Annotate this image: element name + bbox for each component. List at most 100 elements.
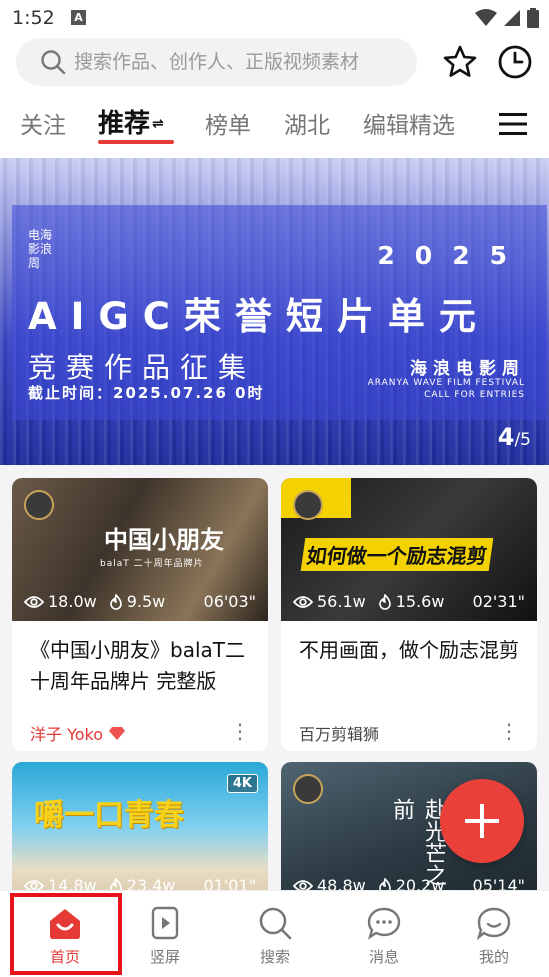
video-title: 不用画面，做个励志混剪: [299, 638, 519, 662]
nav-messages[interactable]: 消息: [329, 891, 439, 977]
likes-count: 23.4w: [126, 876, 176, 890]
eye-icon: [24, 595, 44, 608]
flame-icon: [109, 877, 122, 890]
nav-profile[interactable]: 我的: [439, 891, 549, 977]
promo-banner[interactable]: 电海影浪周 2025 AIGC荣誉短片单元 竞赛作品征集 截止时间：2025.0…: [0, 158, 549, 465]
profile-icon: [476, 907, 511, 941]
plus-icon: [465, 804, 499, 838]
banner-page-total: /5: [514, 430, 531, 450]
tab-recommend[interactable]: 推荐 ⇌: [98, 103, 164, 140]
views-stat: 18.0w: [24, 592, 97, 611]
battery-icon: [527, 8, 539, 28]
festival-call: CALL FOR ENTRIES: [424, 390, 525, 400]
menu-icon[interactable]: [499, 112, 527, 136]
tab-follow[interactable]: 关注: [20, 106, 66, 140]
video-stats: 18.0w 9.5w 06'03": [24, 592, 256, 611]
creator-badge-icon: [293, 774, 323, 804]
creator-badge-icon: [293, 490, 323, 520]
nav-profile-label: 我的: [478, 948, 509, 966]
banner-page-current: 4: [497, 423, 515, 451]
nav-vertical-label: 竖屏: [149, 948, 180, 966]
flame-icon: [378, 593, 391, 610]
star-icon[interactable]: [442, 44, 478, 80]
diamond-icon: [109, 727, 126, 740]
festival-name-en: ARANYA WAVE FILM FESTIVAL: [367, 378, 525, 388]
video-thumbnail[interactable]: 如何做一个励志混剪 56.1w 15.6w 02'31": [281, 478, 537, 621]
thumbnail-title: 中国小朋友: [104, 525, 224, 554]
card-footer: 百万剪辑狮 ⋮: [281, 715, 537, 751]
signal-icon: [504, 10, 520, 26]
festival-logo: 电海影浪周: [28, 228, 53, 270]
wifi-icon: [475, 9, 497, 26]
nav-search-label: 搜索: [259, 948, 290, 966]
more-options-icon[interactable]: ⋮: [499, 719, 519, 743]
nav-messages-label: 消息: [368, 948, 399, 966]
eye-icon: [24, 879, 44, 890]
tab-ranking[interactable]: 榜单: [205, 106, 251, 140]
video-card[interactable]: 嚼一口青春 4K 14.8w 23.4w 01'01": [12, 762, 268, 890]
bottom-nav: 首页 竖屏 搜索 消息 我的: [0, 890, 549, 977]
quality-badge: 4K: [226, 774, 258, 793]
likes-count: 20.2w: [395, 876, 445, 890]
likes-count: 9.5w: [126, 592, 166, 611]
thumbnail-title: 嚼一口青春: [34, 798, 184, 833]
card-footer: 洋子 Yoko ⋮: [12, 715, 268, 751]
thumbnail-subtitle: balaT 二十周年品牌片: [100, 559, 204, 569]
more-options-icon[interactable]: ⋮: [230, 719, 250, 743]
views-count: 48.8w: [317, 876, 366, 890]
category-tabs: 关注 推荐 ⇌ 榜单 湖北 编辑精选: [0, 100, 549, 148]
likes-count: 15.6w: [395, 592, 445, 611]
tab-editors-picks[interactable]: 编辑精选: [363, 106, 455, 140]
status-time: 1:52: [12, 7, 55, 29]
video-title: 《中国小朋友》balaT二十周年品牌片 完整版: [30, 638, 245, 693]
author-name[interactable]: 洋子 Yoko: [30, 721, 103, 745]
creator-badge-icon: [24, 490, 54, 520]
likes-stat: 15.6w: [378, 592, 445, 611]
likes-stat: 9.5w: [109, 592, 166, 611]
duration: 05'14": [472, 876, 525, 890]
system-icons: [475, 8, 539, 28]
views-count: 18.0w: [48, 592, 97, 611]
flame-icon: [378, 877, 391, 890]
thumbnail-title: 如何做一个励志混剪: [300, 538, 494, 571]
video-stats: 56.1w 15.6w 02'31": [293, 592, 525, 611]
tab-recommend-label: 推荐: [98, 109, 151, 139]
nav-vertical[interactable]: 竖屏: [110, 891, 220, 977]
video-stats: 14.8w 23.4w 01'01": [24, 876, 256, 890]
views-count: 56.1w: [317, 592, 366, 611]
views-stat: 48.8w: [293, 876, 366, 890]
duration: 06'03": [203, 592, 256, 611]
search-bar[interactable]: [16, 38, 417, 86]
search-row: [0, 38, 549, 88]
vertical-video-icon: [151, 906, 179, 940]
video-stats: 48.8w 20.2w 05'14": [293, 876, 525, 890]
banner-page-indicator: 4/5: [498, 423, 531, 451]
selection-highlight: [10, 893, 122, 975]
views-count: 14.8w: [48, 876, 97, 890]
notification-icon: A: [71, 10, 86, 25]
eye-icon: [293, 595, 313, 608]
tab-hubei[interactable]: 湖北: [284, 106, 330, 140]
flame-icon: [109, 593, 122, 610]
duration: 01'01": [203, 876, 256, 890]
nav-search[interactable]: 搜索: [220, 891, 330, 977]
clock-icon[interactable]: [497, 44, 533, 80]
video-thumbnail[interactable]: 中国小朋友 balaT 二十周年品牌片 18.0w 9.5w 06'03": [12, 478, 268, 621]
video-card[interactable]: 中国小朋友 balaT 二十周年品牌片 18.0w 9.5w 06'03" 《中…: [12, 478, 268, 751]
banner-deadline: 截止时间：2025.07.26 0时: [28, 384, 265, 402]
likes-stat: 20.2w: [378, 876, 445, 890]
active-tab-indicator: [98, 140, 174, 144]
message-icon: [367, 907, 401, 940]
search-icon: [41, 50, 66, 75]
search-input[interactable]: [74, 51, 404, 73]
create-button[interactable]: [440, 779, 524, 863]
search-icon: [259, 907, 292, 940]
views-stat: 56.1w: [293, 592, 366, 611]
video-card[interactable]: 如何做一个励志混剪 56.1w 15.6w 02'31" 不用画面，做个励志混剪…: [281, 478, 537, 751]
likes-stat: 23.4w: [109, 876, 176, 890]
author-name[interactable]: 百万剪辑狮: [299, 721, 379, 745]
festival-name-cn: 海浪电影周: [410, 359, 525, 379]
video-thumbnail[interactable]: 嚼一口青春 4K 14.8w 23.4w 01'01": [12, 762, 268, 890]
banner-year: 2025: [377, 241, 527, 270]
duration: 02'31": [472, 592, 525, 611]
